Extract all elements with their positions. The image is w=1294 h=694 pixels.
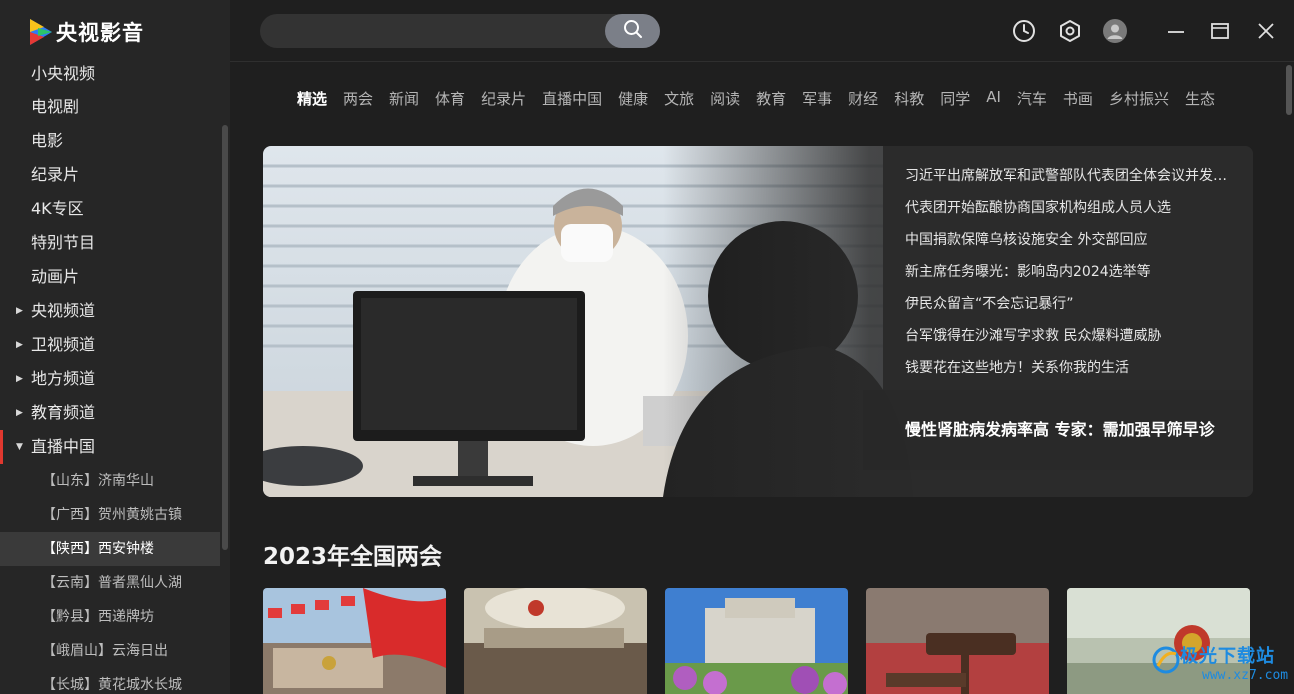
caret-right-icon: ▶ — [16, 408, 23, 418]
headline-item[interactable]: 习近平出席解放军和武警部队代表团全体会议并发表重要讲话 — [905, 160, 1235, 192]
featured-headline-text: 慢性肾脏病发病率高 专家：需加强早筛早诊 — [905, 420, 1215, 439]
sidebar: 央视影音 小央视频电视剧电影纪录片 4K专区特别节目动画片 ▶ 央视频道 ▶ 卫视频道 ▶ 地… — [0, 0, 230, 694]
logo-text: 央视影音 — [56, 21, 144, 45]
live-channel-item[interactable]: 【长城】黄花城水长城 — [0, 668, 220, 694]
app-window: 央视影音 小央视频 电视剧 电影 纪录片 4K专区 特别节目 动画片 ▶ 央视频道 ▶ 卫视频道 ▶ 地… — [0, 0, 1294, 694]
sidebar-item-label: 电影 — [31, 131, 64, 150]
search-box — [260, 14, 660, 48]
sidebar-item[interactable]: ▶ 地方频道 — [0, 362, 220, 396]
headline-item[interactable]: 伊民众留言“不会忘记暴行” — [905, 288, 1235, 320]
sidebar-item-label: 卫视频道 — [31, 335, 96, 354]
sidebar-item-label: 4K专区 — [31, 199, 84, 218]
category-tab[interactable]: 生态 — [1185, 88, 1215, 109]
watermark-text: 极光下载站 — [1180, 646, 1275, 667]
live-channel-item[interactable]: 【陕西】西安钟楼 — [0, 532, 220, 566]
sidebar-item-label: 动画片 — [31, 267, 80, 286]
headline-item[interactable]: 新主席任务曝光：影响岛内2024选举等 — [905, 256, 1235, 288]
sidebar-item[interactable]: 电影 — [0, 124, 220, 158]
live-channel-item[interactable]: 【峨眉山】云海日出 — [0, 634, 220, 668]
sidebar-item-label: 直播中国 — [31, 437, 96, 456]
thumbnail-card[interactable] — [263, 588, 446, 694]
main-scrollbar[interactable] — [1286, 65, 1292, 115]
sidebar-scrollbar[interactable] — [222, 125, 228, 550]
live-channel-item[interactable]: 【黔县】西递牌坊 — [0, 600, 220, 634]
category-tab[interactable]: 科教 — [894, 88, 924, 109]
sidebar-item[interactable]: ▶ 央视频道 — [0, 294, 220, 328]
category-tabs: 精选 两会 新闻 体育 纪录片 直播中国 健康 文旅 阅读 教育 军事 财经 科教 同学 AI 汽车 书画 乡村振… — [297, 88, 1231, 109]
sidebar-item[interactable]: ▼ 直播中国 — [0, 430, 220, 464]
sidebar-item[interactable]: 动画片 — [0, 260, 220, 294]
search-button[interactable] — [605, 14, 660, 48]
sidebar-item[interactable]: 特别节目 — [0, 226, 220, 260]
sidebar-item-label: 特别节目 — [31, 233, 96, 252]
history-icon[interactable] — [1011, 18, 1037, 44]
thumbnail-row — [263, 588, 1263, 694]
sidebar-item-label: 地方频道 — [31, 369, 96, 388]
sidebar-nav: 小央视频电视剧电影纪录片 4K专区特别节目动画片 ▶ 央视频道 ▶ 卫视频道 ▶ 地方频道 ▶ 教… — [0, 58, 220, 694]
headline-item[interactable]: 中国捐款保障乌核设施安全 外交部回应 — [905, 224, 1235, 256]
sidebar-item[interactable]: 4K专区 — [0, 192, 220, 226]
search-icon — [623, 19, 643, 43]
category-tab[interactable]: 新闻 — [389, 88, 419, 109]
watermark-url: www.xz7.com — [1202, 668, 1289, 683]
headline-list: 习近平出席解放军和武警部队代表团全体会议并发表重要讲话代表团开始酝酿协商国家机构… — [905, 160, 1235, 384]
close-icon[interactable] — [1253, 18, 1279, 44]
caret-right-icon: ▶ — [16, 306, 23, 316]
category-tab[interactable]: 体育 — [435, 88, 465, 109]
main-content: 精选 两会 新闻 体育 纪录片 直播中国 健康 文旅 阅读 教育 军事 财经 科教 同学 AI 汽车 书画 乡村振… — [230, 63, 1294, 694]
thumbnail-card[interactable] — [866, 588, 1049, 694]
live-channel-item[interactable]: 【云南】普者黑仙人湖 — [0, 566, 220, 600]
category-tab[interactable]: 乡村振兴 — [1109, 88, 1169, 109]
app-logo[interactable]: 央视影音 — [30, 17, 144, 47]
caret-right-icon: ▶ — [16, 340, 23, 350]
caret-down-icon: ▼ — [16, 442, 23, 452]
category-tab[interactable]: 文旅 — [664, 88, 694, 109]
sidebar-item-label: 电视剧 — [31, 97, 80, 116]
category-tab[interactable]: 汽车 — [1017, 88, 1047, 109]
search-input[interactable] — [276, 14, 596, 48]
sidebar-item-label: 小央视频 — [31, 64, 96, 83]
category-tab[interactable]: 直播中国 — [542, 88, 602, 109]
thumbnail-card[interactable] — [665, 588, 848, 694]
sidebar-item-label: 央视频道 — [31, 301, 96, 320]
thumbnail-card[interactable] — [464, 588, 647, 694]
minimize-icon[interactable] — [1163, 18, 1189, 44]
live-channel-item[interactable]: 【山东】济南华山 — [0, 464, 220, 498]
featured-headline[interactable]: 慢性肾脏病发病率高 专家：需加强早筛早诊 — [863, 390, 1253, 470]
settings-icon[interactable] — [1057, 18, 1083, 44]
headline-item[interactable]: 钱要花在这些地方！关系你我的生活 — [905, 352, 1235, 384]
headline-item[interactable]: 台军饿得在沙滩写字求救 民众爆料遭威胁 — [905, 320, 1235, 352]
category-tab[interactable]: 书画 — [1063, 88, 1093, 109]
category-tab[interactable]: 两会 — [343, 88, 373, 109]
category-tab[interactable]: 精选 — [297, 88, 327, 109]
watermark: 极光下载站 www.xz7.com — [1150, 642, 1290, 688]
category-tab[interactable]: 同学 — [940, 88, 970, 109]
section-title: 2023年全国两会 — [263, 544, 443, 570]
caret-right-icon: ▶ — [16, 374, 23, 384]
category-tab[interactable]: AI — [986, 88, 1001, 109]
sidebar-item-label: 教育频道 — [31, 403, 96, 422]
sidebar-item[interactable]: ▶ 教育频道 — [0, 396, 220, 430]
avatar-icon[interactable] — [1102, 18, 1128, 44]
sidebar-item-label: 纪录片 — [31, 165, 80, 184]
maximize-icon[interactable] — [1207, 18, 1233, 44]
sidebar-item[interactable]: 电视剧 — [0, 90, 220, 124]
category-tab[interactable]: 纪录片 — [481, 88, 526, 109]
category-tab[interactable]: 教育 — [756, 88, 786, 109]
top-bar — [230, 0, 1294, 62]
watermark-logo-icon — [1152, 646, 1180, 678]
category-tab[interactable]: 阅读 — [710, 88, 740, 109]
category-tab[interactable]: 财经 — [848, 88, 878, 109]
hero-banner[interactable]: 习近平出席解放军和武警部队代表团全体会议并发表重要讲话代表团开始酝酿协商国家机构… — [263, 146, 1253, 497]
category-tab[interactable]: 健康 — [618, 88, 648, 109]
sidebar-item[interactable]: 小央视频 — [0, 58, 220, 90]
category-tab[interactable]: 军事 — [802, 88, 832, 109]
sidebar-item[interactable]: ▶ 卫视频道 — [0, 328, 220, 362]
sidebar-item[interactable]: 纪录片 — [0, 158, 220, 192]
live-channel-item[interactable]: 【广西】贺州黄姚古镇 — [0, 498, 220, 532]
logo-icon — [30, 19, 52, 45]
headline-item[interactable]: 代表团开始酝酿协商国家机构组成人员人选 — [905, 192, 1235, 224]
